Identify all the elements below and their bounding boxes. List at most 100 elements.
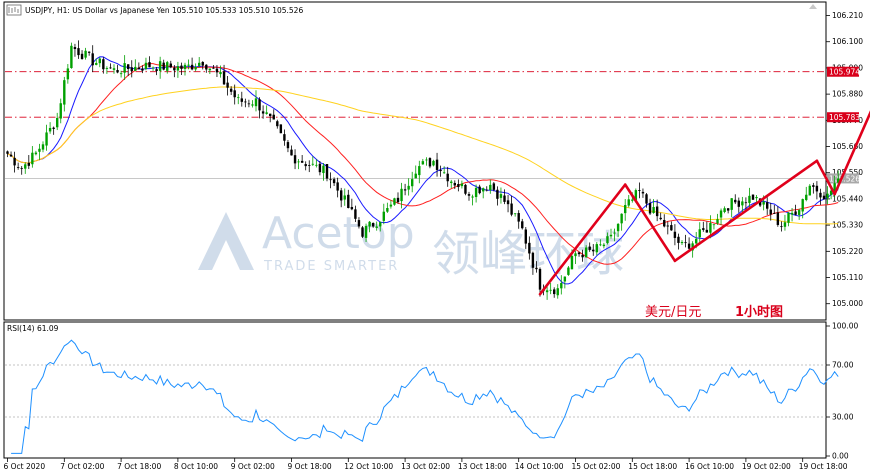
candle-body xyxy=(648,203,652,214)
candle-body xyxy=(730,198,733,210)
candle-body xyxy=(815,185,819,192)
candle-body xyxy=(545,290,549,293)
candle-body xyxy=(98,58,101,64)
candle-body xyxy=(158,61,162,71)
candle-body xyxy=(336,182,339,191)
candle-body xyxy=(702,228,705,230)
candle-body xyxy=(144,62,148,70)
candle-body xyxy=(780,226,783,228)
candle-body xyxy=(247,103,251,105)
time-tick-label: 19 Oct 18:00 xyxy=(799,462,848,471)
candle-body xyxy=(574,253,577,257)
candle-body xyxy=(130,67,133,72)
candle-body xyxy=(432,160,435,166)
price-axis: 106.210106.100105.990105.880105.770105.6… xyxy=(826,11,863,308)
candle-body xyxy=(386,207,389,212)
candle-body xyxy=(198,62,201,66)
candle-body xyxy=(581,254,584,258)
candle-body xyxy=(588,246,591,250)
candle-body xyxy=(471,196,474,198)
candle-body xyxy=(194,66,197,70)
candle-body xyxy=(673,231,677,238)
candle-body xyxy=(379,222,382,227)
candle-body xyxy=(411,179,414,187)
candle-body xyxy=(112,68,116,70)
candle-body xyxy=(535,267,538,270)
candle-body xyxy=(308,165,311,166)
price-tick-label: 105.880 xyxy=(832,90,863,99)
candle-body xyxy=(435,159,439,170)
candle-body xyxy=(517,213,520,222)
candle-body xyxy=(641,191,645,194)
candle-body xyxy=(797,210,801,215)
time-tick-label: 12 Oct 10:00 xyxy=(344,462,393,471)
candle-body xyxy=(215,68,219,73)
candle-body xyxy=(368,221,371,227)
candle-body xyxy=(80,53,84,59)
candle-body xyxy=(6,151,9,154)
candle-body xyxy=(421,161,425,165)
candle-body xyxy=(41,144,45,150)
candle-body xyxy=(744,202,748,204)
candle-body xyxy=(403,189,407,191)
candle-body xyxy=(155,69,158,72)
candle-body xyxy=(340,190,343,201)
candle-body xyxy=(734,199,737,203)
watermark-brand: Acetop xyxy=(262,208,415,259)
candle-body xyxy=(70,45,73,69)
candle-body xyxy=(428,158,432,167)
candle-body xyxy=(276,121,279,127)
candle-body xyxy=(719,210,723,218)
candle-body xyxy=(783,222,787,227)
candle-body xyxy=(808,185,811,196)
price-tick-label: 105.000 xyxy=(832,299,863,308)
candle-body xyxy=(666,225,669,227)
candle-body xyxy=(173,67,176,71)
candle-body xyxy=(482,188,485,192)
candle-body xyxy=(624,205,627,214)
candle-body xyxy=(524,229,527,244)
candle-body xyxy=(790,212,794,215)
candle-body xyxy=(141,68,144,71)
candle-body xyxy=(439,170,442,172)
candle-body xyxy=(606,236,609,244)
candle-body xyxy=(570,256,574,270)
candle-body xyxy=(513,213,517,215)
candle-body xyxy=(357,220,361,227)
candle-body xyxy=(127,64,130,70)
watermark-brand-cn: 领峰环球 xyxy=(432,226,624,282)
rsi-tick-label: 30.00 xyxy=(832,413,854,422)
candle-body xyxy=(212,67,215,69)
time-tick-label: 15 Oct 18:00 xyxy=(628,462,677,471)
candle-body xyxy=(361,227,364,237)
candle-body xyxy=(687,243,691,249)
candle-body xyxy=(766,202,769,209)
candle-body xyxy=(819,192,822,198)
candle-body xyxy=(709,223,712,233)
candle-body xyxy=(169,63,172,68)
candle-body xyxy=(332,179,336,184)
price-tick-label: 105.110 xyxy=(832,273,863,282)
candle-body xyxy=(297,161,300,163)
candle-body xyxy=(162,62,165,70)
candle-body xyxy=(414,173,417,179)
candle-body xyxy=(364,225,368,238)
candle-body xyxy=(13,157,16,166)
candle-body xyxy=(595,244,598,253)
candle-body xyxy=(599,244,602,246)
candle-body xyxy=(38,148,41,152)
candle-body xyxy=(762,201,765,205)
candle-body xyxy=(613,232,616,234)
candle-body xyxy=(769,209,772,215)
candle-body xyxy=(73,47,77,50)
candle-body xyxy=(279,124,283,134)
candle-body xyxy=(698,229,701,238)
candle-body xyxy=(300,160,304,163)
time-tick-label: 6 Oct 2020 xyxy=(4,462,46,471)
candle-body xyxy=(84,50,87,58)
candle-body xyxy=(450,181,453,184)
candle-body xyxy=(645,194,648,204)
candle-body xyxy=(776,212,780,225)
candle-body xyxy=(620,213,623,224)
candle-body xyxy=(474,187,478,198)
